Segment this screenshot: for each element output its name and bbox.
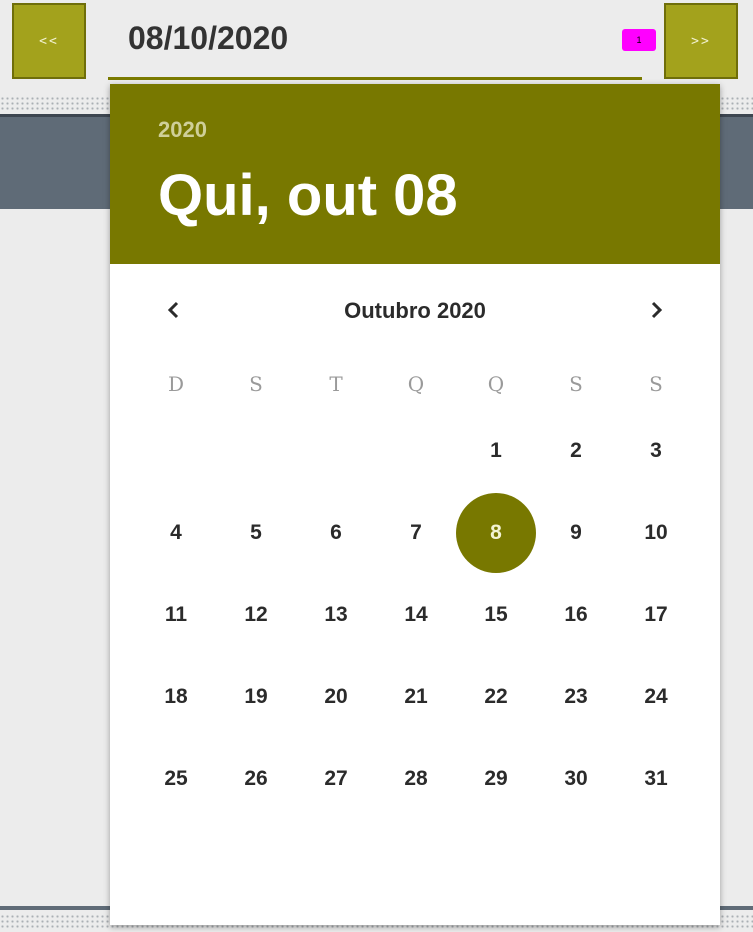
calendar-day[interactable]: 2 [536,411,616,491]
weekday-label: S [569,372,583,396]
calendar-day[interactable]: 5 [216,493,296,573]
calendar-day[interactable]: 10 [616,493,696,573]
calendar-day[interactable]: 22 [456,657,536,737]
next-day-button[interactable]: >> [664,3,738,79]
calendar-day[interactable]: 12 [216,575,296,655]
chevron-right-icon [651,301,663,319]
header-year[interactable]: 2020 [158,117,207,143]
calendar-day[interactable]: 9 [536,493,616,573]
calendar-day[interactable]: 7 [376,493,456,573]
datepicker-header: 2020 Qui, out 08 [110,84,720,264]
calendar-day[interactable]: 27 [296,739,376,819]
header-date: Qui, out 08 [158,163,458,228]
calendar-day[interactable]: 3 [616,411,696,491]
calendar-day[interactable]: 19 [216,657,296,737]
calendar-day[interactable]: 1 [456,411,536,491]
calendar-day[interactable]: 18 [136,657,216,737]
calendar-day[interactable]: 20 [296,657,376,737]
calendar-day[interactable]: 16 [536,575,616,655]
datepicker-popup: 2020 Qui, out 08 Outubro 2020 DSTQQSS 12… [110,84,720,925]
date-input[interactable]: 08/10/2020 1 [108,0,714,80]
weekday-label: Q [407,372,425,396]
calendar-day[interactable]: 15 [456,575,536,655]
calendar-day[interactable]: 14 [376,575,456,655]
calendar-day[interactable]: 6 [296,493,376,573]
previous-day-button[interactable]: << [12,3,86,79]
calendar-day[interactable]: 28 [376,739,456,819]
date-value: 08/10/2020 [128,20,289,56]
calendar-day[interactable]: 29 [456,739,536,819]
calendar-day[interactable]: 25 [136,739,216,819]
weekday-label: S [249,372,263,396]
calendar-day[interactable]: 24 [616,657,696,737]
marker-badge: 1 [622,29,656,51]
weekday-label: T [329,372,343,396]
calendar-day[interactable]: 30 [536,739,616,819]
calendar-day[interactable]: 26 [216,739,296,819]
weekday-label: D [167,372,185,396]
month-title: Outubro 2020 [344,298,486,323]
calendar-day[interactable]: 21 [376,657,456,737]
calendar-day[interactable]: 11 [136,575,216,655]
calendar-day[interactable]: 17 [616,575,696,655]
calendar-day[interactable]: 23 [536,657,616,737]
selected-day[interactable]: 8 [456,493,536,573]
calendar-day[interactable]: 4 [136,493,216,573]
calendar-day[interactable]: 31 [616,739,696,819]
next-month-button[interactable] [640,294,672,326]
weekday-label: S [649,372,663,396]
calendar-day[interactable]: 13 [296,575,376,655]
weekday-label: Q [487,372,505,396]
